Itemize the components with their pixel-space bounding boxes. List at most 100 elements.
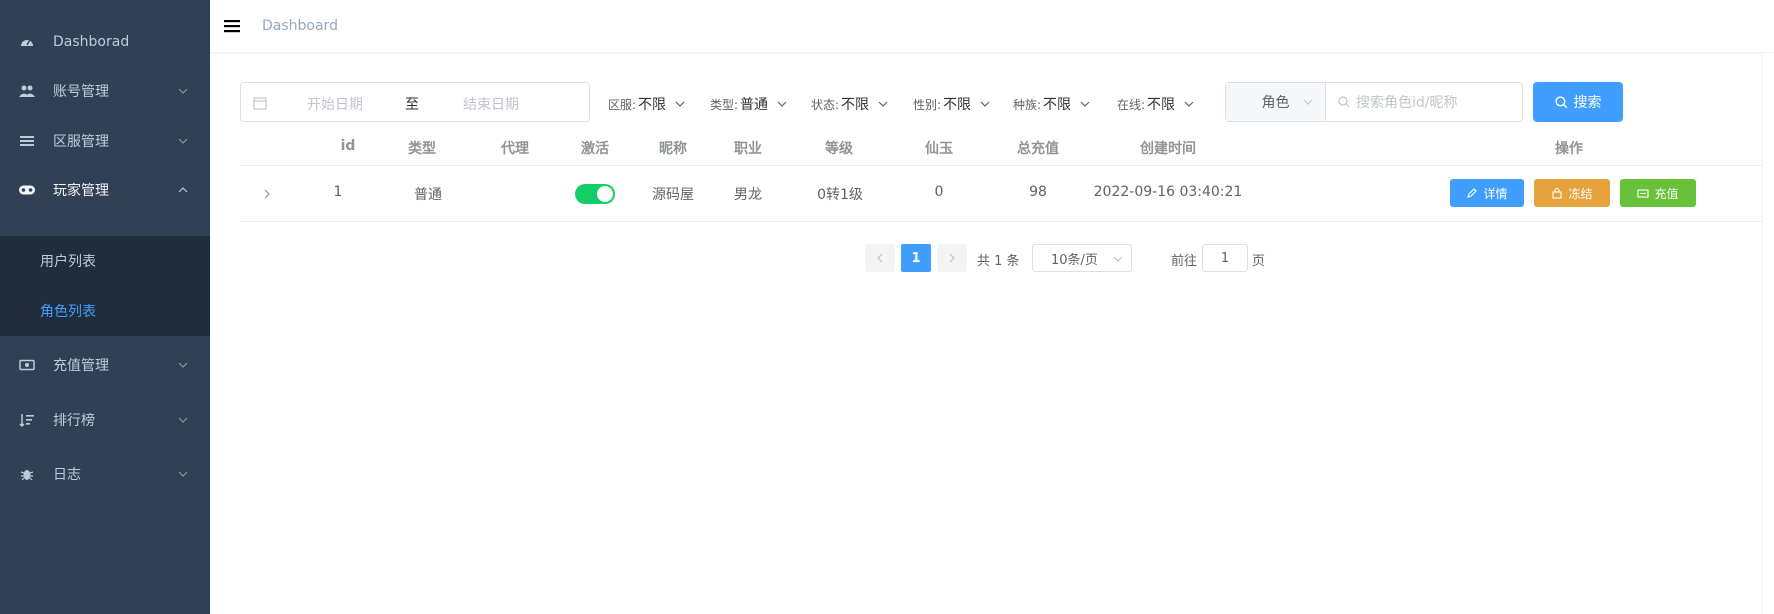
- filter-value: 不限: [943, 97, 972, 113]
- sidebar-item-players[interactable]: 玩家管理: [0, 162, 210, 218]
- active-toggle[interactable]: [575, 184, 615, 204]
- filter-value: 不限: [1043, 97, 1072, 113]
- freeze-button-label: 冻结: [1568, 186, 1593, 201]
- lock-icon: [1552, 187, 1563, 199]
- table-header: id 类型 代理 激活 昵称 职业 等级 仙玉 总充值 创建时间 操作: [240, 128, 1774, 166]
- chevron-down-icon: [1184, 101, 1194, 107]
- dashboard-icon: [19, 34, 35, 50]
- search-button[interactable]: 搜索: [1533, 82, 1623, 122]
- chevron-down-icon: [178, 138, 188, 144]
- chevron-down-icon: [777, 101, 787, 107]
- search-group: 角色 搜索角色id/昵称: [1225, 82, 1523, 122]
- app-root: Dashborad 账号管理 区服管理 玩家管理 用户列表 角色列表 充值管理 …: [0, 0, 1774, 614]
- sidebar-item-servers[interactable]: 区服管理: [0, 113, 210, 169]
- page-size-select[interactable]: 10条/页: [1032, 244, 1132, 272]
- sidebar-item-logs[interactable]: 日志: [0, 446, 210, 502]
- chevron-down-icon: [1303, 99, 1313, 105]
- sidebar-item-accounts[interactable]: 账号管理: [0, 63, 210, 119]
- goto-label: 前往: [1171, 254, 1198, 269]
- recharge-button[interactable]: 充值: [1620, 179, 1696, 207]
- gamepad-icon: [19, 182, 35, 198]
- column-header: 总充值: [1017, 141, 1059, 157]
- chevron-down-icon: [1080, 101, 1090, 107]
- chevron-up-icon: [178, 187, 188, 193]
- start-date-input[interactable]: 开始日期: [307, 94, 363, 114]
- filter-value: 不限: [638, 97, 667, 113]
- gender-filter[interactable]: 性别: 不限: [913, 94, 990, 114]
- hamburger-icon[interactable]: [224, 19, 240, 33]
- chevron-down-icon: [178, 471, 188, 477]
- date-range-picker[interactable]: 开始日期 至 结束日期: [240, 82, 590, 122]
- status-filter[interactable]: 状态: 不限: [811, 94, 888, 114]
- recharge-button-label: 充值: [1654, 186, 1679, 201]
- search-placeholder: 搜索角色id/昵称: [1356, 95, 1458, 111]
- sidebar-subitem-role-list[interactable]: 角色列表: [0, 286, 210, 336]
- chevron-right-icon[interactable]: [262, 188, 272, 200]
- detail-button[interactable]: 详情: [1450, 179, 1524, 207]
- chevron-down-icon: [178, 417, 188, 423]
- sidebar-item-ranking[interactable]: 排行榜: [0, 392, 210, 448]
- bug-icon: [19, 466, 35, 482]
- cell-job: 男龙: [734, 187, 762, 203]
- chevron-down-icon: [1113, 256, 1123, 262]
- cell-id: 1: [333, 184, 343, 200]
- chevron-down-icon: [178, 362, 188, 368]
- end-date-input[interactable]: 结束日期: [463, 94, 519, 114]
- next-page-button[interactable]: [937, 244, 967, 272]
- pagination: 1 共 1 条 10条/页 前往 1 页: [0, 244, 1774, 274]
- filter-label: 种族:: [1013, 97, 1042, 112]
- search-scope-value: 角色: [1261, 95, 1290, 111]
- prev-page-button[interactable]: [865, 244, 895, 272]
- filter-label: 在线:: [1117, 97, 1146, 112]
- server-filter[interactable]: 区服: 不限: [608, 94, 685, 114]
- type-filter[interactable]: 类型: 普通: [710, 94, 787, 114]
- table-row: 1 普通 源码屋 男龙 0转1级 0 98 2022-09-16 03:40:2…: [240, 166, 1774, 222]
- cell-created-at: 2022-09-16 03:40:21: [1093, 184, 1243, 200]
- toggle-knob: [597, 186, 613, 202]
- date-separator: 至: [405, 97, 419, 113]
- sidebar-item-dashboard[interactable]: Dashborad: [0, 14, 210, 70]
- sidebar-item-label: 充值管理: [53, 358, 109, 374]
- users-icon: [19, 83, 35, 99]
- cell-jade: 0: [934, 184, 944, 200]
- sidebar-item-label: 区服管理: [53, 134, 109, 150]
- cell-level: 0转1级: [817, 187, 863, 203]
- column-header: 等级: [825, 141, 853, 157]
- calendar-icon: [253, 97, 267, 110]
- chevron-right-icon: [949, 253, 955, 263]
- sidebar-item-recharge[interactable]: 充值管理: [0, 337, 210, 393]
- search-input[interactable]: 搜索角色id/昵称: [1326, 83, 1522, 121]
- goto-page-input[interactable]: 1: [1202, 244, 1248, 272]
- sidebar-item-label: 玩家管理: [53, 183, 109, 199]
- filter-value: 普通: [740, 97, 769, 113]
- column-header: id: [340, 138, 356, 154]
- breadcrumb[interactable]: Dashboard: [262, 18, 338, 34]
- sidebar: Dashborad 账号管理 区服管理 玩家管理 用户列表 角色列表 充值管理 …: [0, 0, 210, 614]
- race-filter[interactable]: 种族: 不限: [1013, 94, 1090, 114]
- scrollbar[interactable]: [1762, 53, 1774, 614]
- money-icon: [19, 357, 35, 373]
- sidebar-item-label: 日志: [53, 467, 81, 483]
- filter-label: 状态:: [811, 97, 840, 112]
- cell-total-recharge: 98: [1029, 184, 1047, 200]
- online-filter[interactable]: 在线: 不限: [1117, 94, 1194, 114]
- freeze-button[interactable]: 冻结: [1534, 179, 1610, 207]
- sidebar-item-label: 账号管理: [53, 84, 109, 100]
- cell-nickname: 源码屋: [652, 187, 694, 203]
- sidebar-subitem-label: 角色列表: [40, 304, 96, 320]
- money-icon: [1637, 189, 1650, 198]
- search-scope-select[interactable]: 角色: [1226, 83, 1326, 121]
- filter-label: 区服:: [608, 97, 637, 112]
- total-count: 共 1 条: [977, 254, 1020, 269]
- sidebar-item-label: Dashborad: [53, 34, 130, 50]
- column-header: 职业: [734, 141, 762, 157]
- detail-button-label: 详情: [1483, 186, 1508, 201]
- chevron-down-icon: [675, 101, 685, 107]
- topbar: Dashboard: [210, 0, 1774, 53]
- search-button-label: 搜索: [1573, 95, 1602, 111]
- page-number[interactable]: 1: [901, 244, 931, 272]
- chevron-down-icon: [178, 88, 188, 94]
- filter-label: 类型:: [710, 97, 739, 112]
- cell-type: 普通: [414, 187, 442, 203]
- sidebar-item-label: 排行榜: [53, 413, 95, 429]
